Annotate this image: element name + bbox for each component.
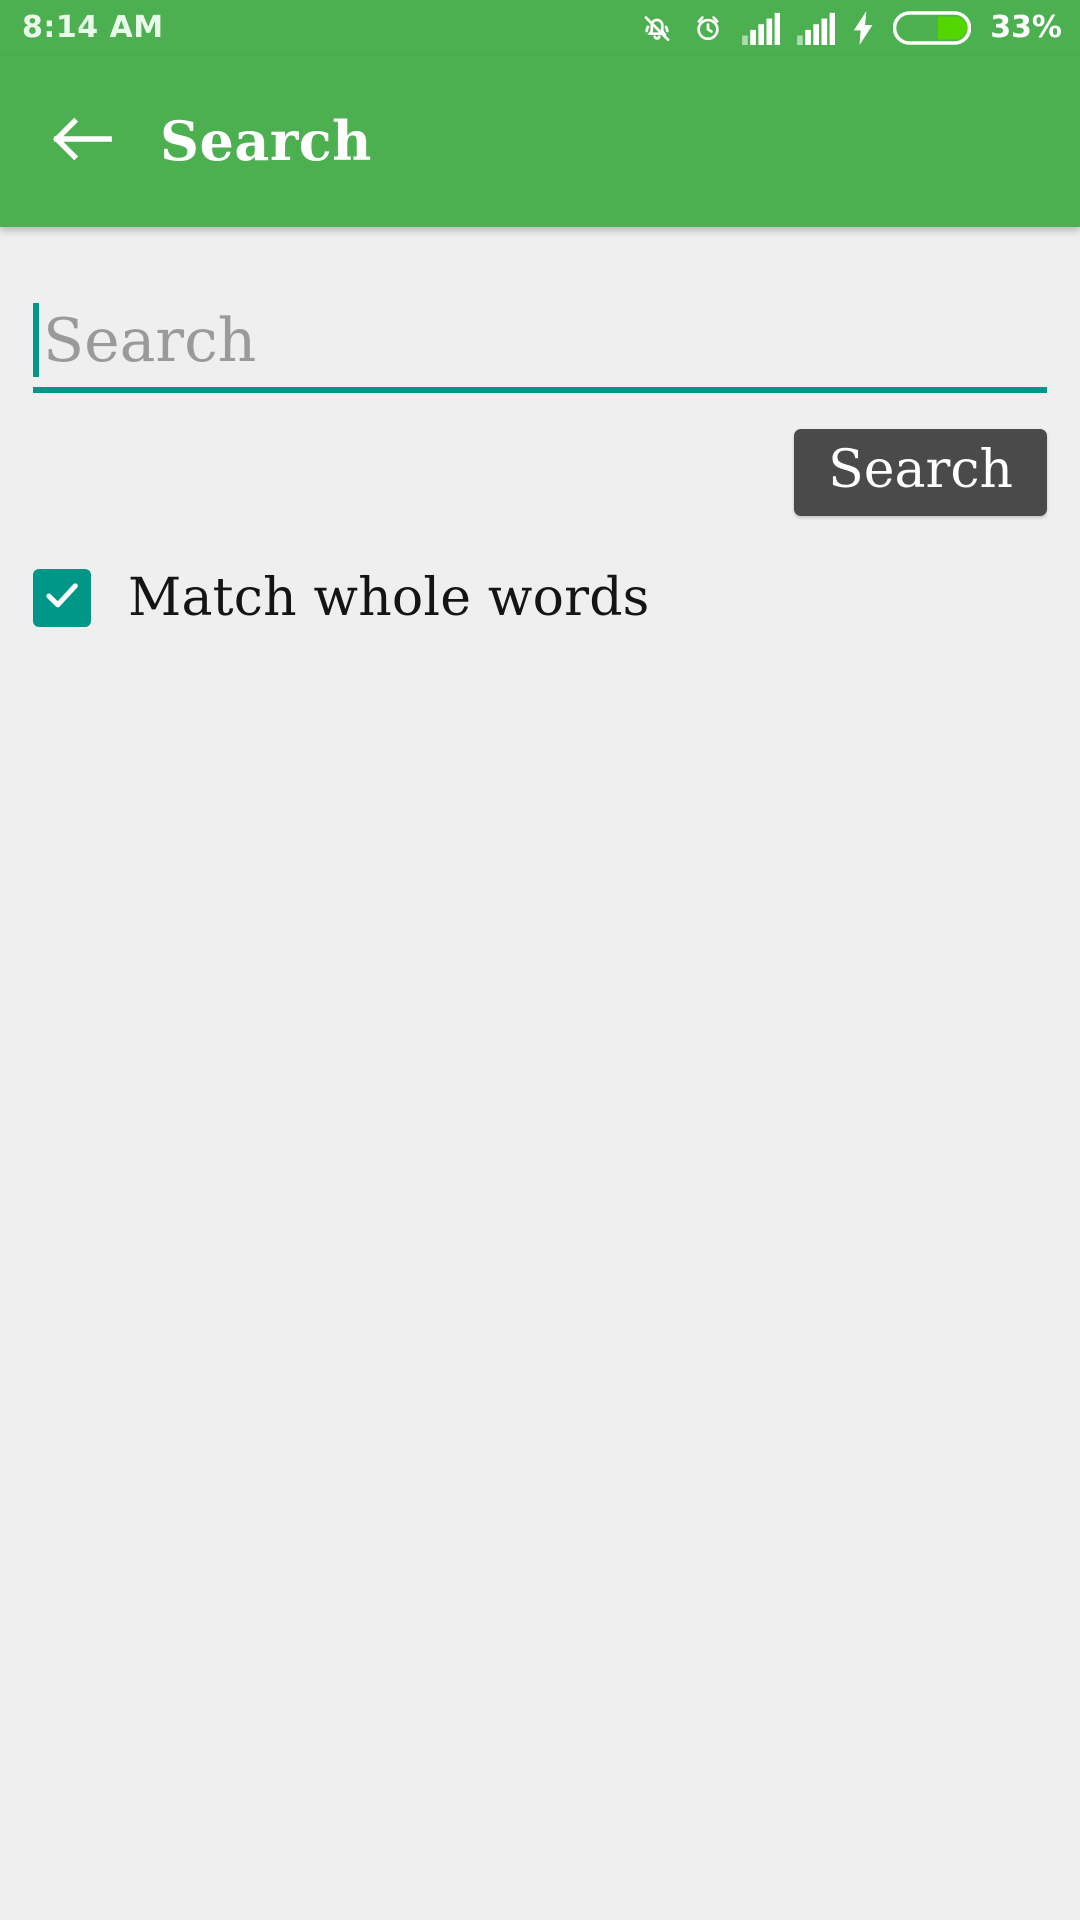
back-arrow-icon bbox=[51, 115, 113, 168]
search-field-wrapper: Search bbox=[33, 299, 1047, 393]
charging-bolt-icon bbox=[852, 10, 876, 45]
battery-percentage: 33% bbox=[990, 10, 1062, 45]
checkmark-icon bbox=[41, 574, 83, 621]
app-bar: Search bbox=[0, 55, 1080, 227]
search-button[interactable]: Search bbox=[794, 429, 1047, 516]
match-whole-words-label: Match whole words bbox=[128, 567, 650, 628]
signal-bars-2-icon bbox=[797, 11, 836, 45]
alarm-clock-icon bbox=[691, 11, 725, 45]
app-screen: 8:14 AM 33% Search Search Search Search … bbox=[0, 0, 1080, 1920]
match-whole-words-checkbox[interactable] bbox=[33, 568, 91, 627]
search-button-row: Search bbox=[33, 429, 1047, 516]
back-button[interactable] bbox=[50, 109, 114, 173]
status-bar-time: 8:14 AM bbox=[22, 10, 164, 45]
search-content: Search Search Match whole words bbox=[0, 299, 1080, 1920]
status-bar-icons: 33% bbox=[640, 10, 1062, 45]
status-bar: 8:14 AM 33% bbox=[0, 0, 1080, 55]
search-field-underline bbox=[33, 387, 1047, 393]
battery-icon bbox=[893, 10, 972, 45]
search-input[interactable] bbox=[33, 299, 1047, 389]
bell-muted-icon bbox=[640, 11, 674, 45]
match-whole-words-row[interactable]: Match whole words bbox=[33, 568, 1047, 628]
signal-bars-icon bbox=[742, 11, 781, 45]
page-title: Search bbox=[160, 109, 372, 173]
